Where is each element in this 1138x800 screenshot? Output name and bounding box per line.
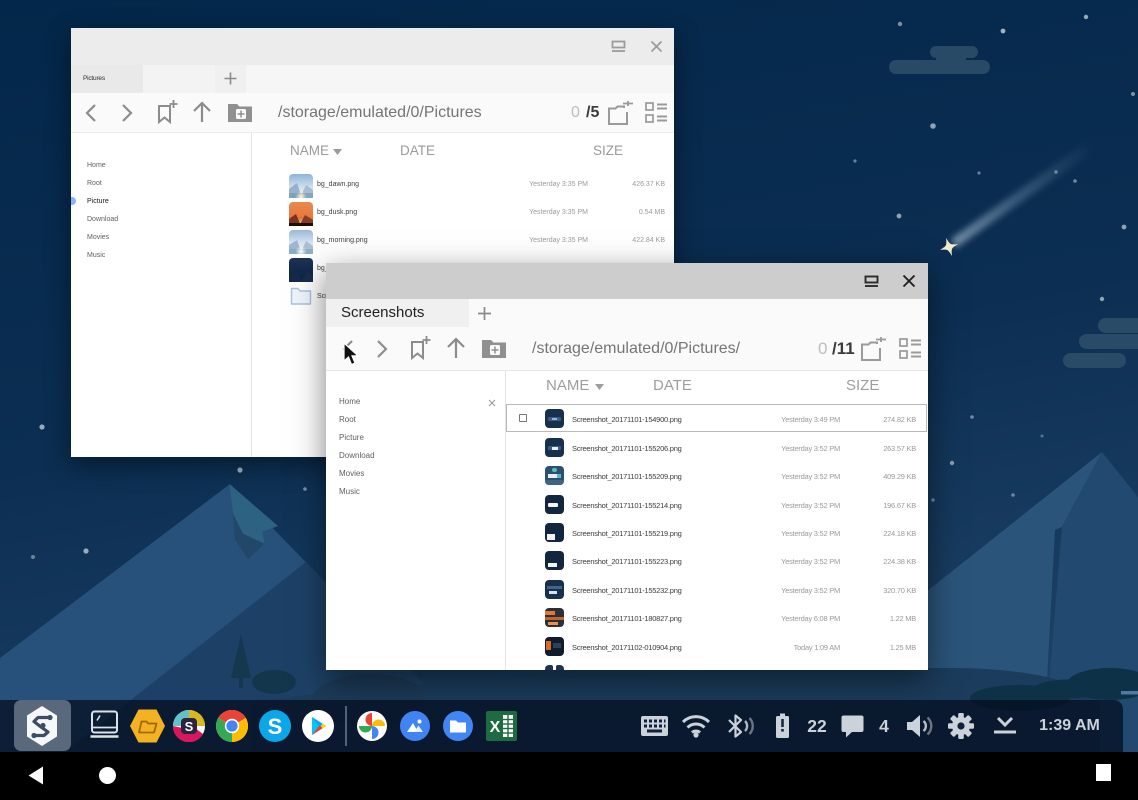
- svg-text:S: S: [268, 714, 283, 739]
- svg-text:X: X: [490, 719, 501, 736]
- svg-text:S: S: [185, 719, 194, 734]
